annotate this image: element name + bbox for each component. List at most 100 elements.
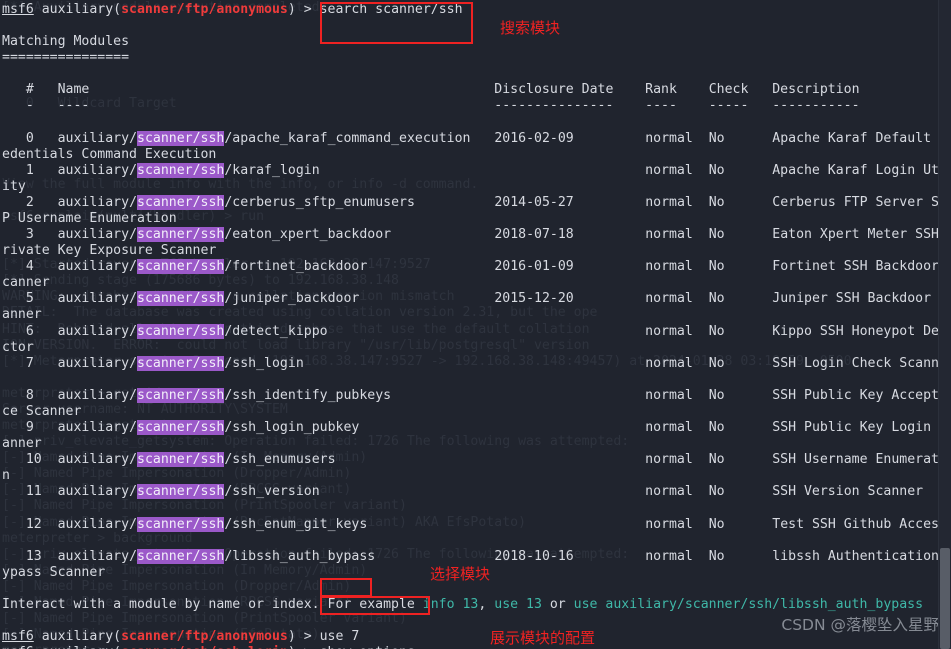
search-match-highlight: scanner/ssh	[137, 548, 225, 564]
row-description: SSH Public Key Acceptan	[772, 387, 951, 403]
row-description-wrap: ypass Scanner	[2, 564, 106, 580]
terminal-line: # Name Disclosure Date Rank Check Descri…	[2, 82, 951, 98]
terminal-line: ctor	[2, 340, 951, 356]
terminal-line: rivate Key Exposure Scanner	[2, 243, 951, 259]
row-disclosure-date: 2018-10-16	[494, 548, 574, 564]
module-prefix: auxiliary/	[57, 291, 138, 307]
terminal-line: n	[2, 468, 951, 484]
col-header-description: Description	[772, 82, 860, 98]
scrollbar[interactable]	[938, 0, 951, 649]
row-index: 8	[25, 387, 34, 403]
row-rank: normal	[645, 227, 693, 243]
search-match-highlight: scanner/ssh	[137, 194, 225, 210]
command-text[interactable]: show options	[320, 645, 415, 649]
terminal-output[interactable]: msf6 auxiliary(scanner/ftp/anonymous) > …	[0, 0, 951, 649]
prompt-sep: auxiliary(	[33, 629, 122, 645]
module-prefix: auxiliary/	[57, 259, 138, 275]
command-text[interactable]: use 7	[320, 629, 360, 644]
row-check: No	[708, 355, 725, 371]
row-disclosure-date: 2014-05-27	[494, 194, 574, 210]
row-check: No	[708, 323, 725, 339]
module-prefix: auxiliary/	[57, 194, 138, 210]
row-description-wrap: ity	[2, 178, 26, 194]
terminal-line: ypass Scanner	[2, 565, 951, 581]
row-index: 12	[25, 516, 42, 532]
terminal-line: 3 auxiliary/scanner/ssh/eaton_xpert_back…	[2, 227, 951, 243]
scrollbar-thumb[interactable]	[940, 548, 950, 649]
module-suffix: /fortinet_backdoor	[224, 259, 368, 275]
row-index: 10	[25, 452, 42, 468]
search-match-highlight: scanner/ssh	[137, 420, 225, 436]
row-check: No	[708, 387, 725, 403]
hint-cmd-info[interactable]: info 13	[423, 597, 479, 612]
prompt-sep: auxiliary(	[34, 645, 121, 649]
module-suffix: /eaton_xpert_backdoor	[224, 227, 392, 243]
col-header-num: #	[25, 82, 34, 98]
row-rank: normal	[645, 130, 693, 146]
prompt-close: ) >	[287, 629, 320, 645]
row-description-wrap: P Username Enumeration	[2, 211, 177, 227]
col-rule-date: ---------------	[494, 98, 614, 114]
row-rank: normal	[645, 420, 693, 436]
module-suffix: /detect_kippo	[224, 323, 328, 339]
row-rank: normal	[645, 323, 693, 339]
search-match-highlight: scanner/ssh	[137, 162, 225, 178]
row-rank: normal	[645, 516, 693, 532]
terminal-line: 0 auxiliary/scanner/ssh/apache_karaf_com…	[2, 130, 951, 147]
hint-cmd-use-full[interactable]: use auxiliary/scanner/ssh/libssh_auth_by…	[574, 597, 923, 612]
module-suffix: /ssh_login_pubkey	[224, 420, 360, 436]
row-description: SSH Public Key Login Sc	[772, 420, 951, 436]
module-prefix: auxiliary/	[57, 452, 138, 468]
prompt-user: msf6	[2, 645, 34, 649]
terminal-line: ================	[2, 50, 951, 66]
module-prefix: auxiliary/	[57, 484, 138, 500]
module-suffix: /karaf_login	[224, 162, 320, 178]
command-text[interactable]: search scanner/ssh	[320, 2, 463, 17]
row-description: SSH Login Check Scanner	[772, 355, 951, 371]
row-disclosure-date: 2015-12-20	[494, 291, 574, 307]
row-description: SSH Version Scanner	[772, 484, 924, 500]
row-check: No	[708, 484, 725, 500]
row-description-wrap: rivate Key Exposure Scanner	[2, 243, 217, 259]
terminal-line: edentials Command Execution	[2, 147, 951, 163]
row-rank: normal	[645, 548, 693, 564]
module-suffix: /apache_karaf_command_execution	[224, 130, 471, 146]
row-check: No	[708, 162, 725, 178]
prompt-sep: auxiliary(	[33, 2, 122, 17]
watermark: CSDN @落樱坠入星野	[781, 615, 939, 634]
hint-cmd-use[interactable]: use 13	[494, 597, 542, 612]
row-description-wrap: ctor	[2, 339, 34, 355]
module-prefix: auxiliary/	[57, 227, 138, 243]
terminal-line: 5 auxiliary/scanner/ssh/juniper_backdoor…	[2, 291, 951, 307]
search-match-highlight: scanner/ssh	[137, 291, 225, 307]
module-suffix: /juniper_backdoor	[224, 291, 360, 307]
prompt-user: msf6	[2, 629, 34, 645]
row-description-wrap: edentials Command Execution	[2, 146, 217, 162]
search-match-highlight: scanner/ssh	[137, 355, 225, 371]
module-prefix: auxiliary/	[57, 355, 138, 371]
terminal-line: msf6 auxiliary(scanner/ftp/anonymous) > …	[2, 2, 951, 18]
row-description: Apache Karaf Login Util	[772, 162, 951, 178]
prompt-close: ) >	[287, 2, 320, 17]
module-suffix: /ssh_enumusers	[224, 452, 336, 468]
row-check: No	[708, 259, 725, 275]
row-description: Cerberus FTP Server SFT	[772, 194, 951, 210]
terminal-line: anner	[2, 307, 951, 323]
col-rule-num: -	[25, 98, 34, 114]
row-description: Kippo SSH Honeypot Dete	[772, 323, 951, 339]
row-rank: normal	[645, 355, 693, 371]
col-header-rank: Rank	[645, 82, 677, 98]
prompt-context: scanner/ssh/ssh_login	[121, 645, 288, 649]
row-check: No	[708, 452, 725, 468]
search-match-highlight: scanner/ssh	[137, 484, 225, 500]
row-description: Apache Karaf Default Cr	[772, 130, 951, 146]
row-disclosure-date: 2016-02-09	[494, 130, 574, 146]
module-prefix: auxiliary/	[57, 323, 138, 339]
row-check: No	[708, 194, 725, 210]
row-index: 6	[25, 323, 34, 339]
col-header-date: Disclosure Date	[494, 82, 614, 98]
module-prefix: auxiliary/	[57, 516, 138, 532]
